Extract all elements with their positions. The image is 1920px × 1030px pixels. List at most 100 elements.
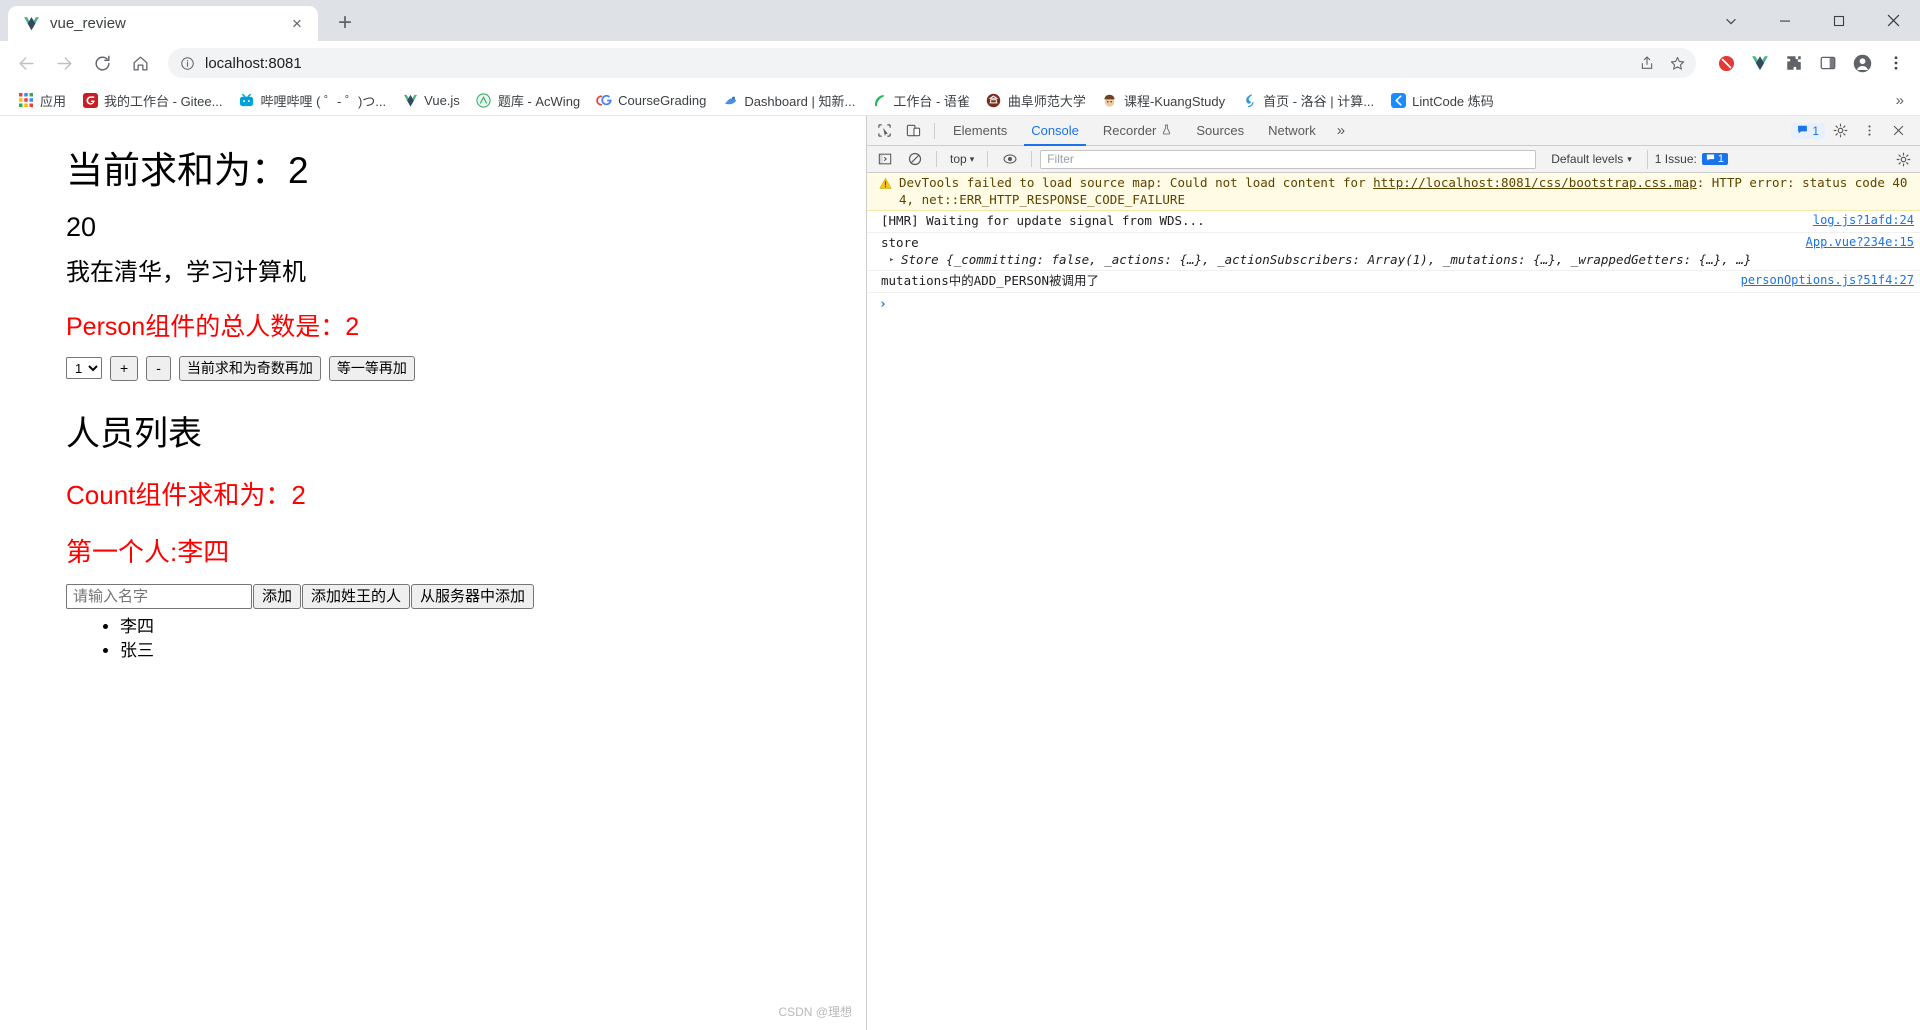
live-expression-icon[interactable] bbox=[996, 146, 1023, 172]
bookmark-vuejs[interactable]: Vue.js bbox=[394, 88, 468, 112]
qfnu-icon bbox=[986, 92, 1002, 108]
bookmarks-overflow-button[interactable]: » bbox=[1890, 90, 1910, 111]
bookmark-luogu[interactable]: 首页 - 洛谷 | 计算... bbox=[1233, 87, 1382, 114]
source-map-link[interactable]: http://localhost:8081/css/bootstrap.css.… bbox=[1373, 175, 1697, 190]
list-item: 张三 bbox=[120, 639, 866, 663]
bookmark-yuque[interactable]: 工作台 - 语雀 bbox=[863, 87, 978, 114]
gear-icon[interactable] bbox=[1890, 146, 1916, 172]
back-button[interactable] bbox=[8, 45, 44, 81]
window-controls bbox=[1704, 0, 1920, 41]
forward-button[interactable] bbox=[46, 45, 82, 81]
add-from-server-button[interactable]: 从服务器中添加 bbox=[411, 584, 535, 609]
close-window-button[interactable] bbox=[1866, 0, 1920, 41]
object-header-row: store App.vue?234e:15 bbox=[881, 235, 1914, 252]
tab-title: vue_review bbox=[50, 15, 126, 32]
add-person-form: 添加 添加姓王的人 从服务器中添加 bbox=[66, 584, 866, 609]
bookmark-apps[interactable]: 应用 bbox=[10, 87, 74, 114]
coursegrading-icon bbox=[596, 92, 612, 108]
apps-grid-icon bbox=[18, 92, 34, 108]
toolbar-divider bbox=[987, 151, 989, 167]
console-object-message: store App.vue?234e:15 ▸ Store {_committi… bbox=[867, 233, 1920, 272]
tab-sources[interactable]: Sources bbox=[1185, 116, 1255, 146]
source-link[interactable]: log.js?1afd:24 bbox=[1813, 213, 1914, 229]
tab-console[interactable]: Console bbox=[1020, 116, 1090, 146]
message-count-badge[interactable]: 1 bbox=[1791, 122, 1825, 139]
kebab-menu-icon[interactable] bbox=[1856, 118, 1883, 144]
clear-console-icon[interactable] bbox=[901, 146, 928, 172]
minimize-button[interactable] bbox=[1758, 0, 1812, 41]
bookmark-coursegrading[interactable]: CourseGrading bbox=[588, 88, 714, 112]
address-bar[interactable]: localhost:8081 bbox=[168, 48, 1696, 78]
navigation-bar: localhost:8081 bbox=[0, 41, 1920, 85]
toolbar-divider bbox=[936, 151, 937, 167]
bookmark-gitee[interactable]: 我的工作台 - Gitee... bbox=[74, 87, 230, 114]
omnibox-actions bbox=[1634, 50, 1690, 76]
object-preview[interactable]: Store {_committing: false, _actions: {…}… bbox=[901, 252, 1914, 269]
gear-icon[interactable] bbox=[1827, 118, 1854, 144]
increment-step-select[interactable]: 1 2 3 bbox=[66, 357, 102, 380]
execution-context-selector[interactable]: top ▾ bbox=[945, 152, 979, 166]
bookmarks-bar: 应用 我的工作台 - Gitee... 哔哩哔哩 ( ゜- ゜)つ... Vue… bbox=[0, 85, 1920, 116]
share-icon[interactable] bbox=[1634, 50, 1660, 76]
sidepanel-icon[interactable] bbox=[1812, 47, 1844, 79]
adblock-icon[interactable] bbox=[1710, 47, 1742, 79]
add-wang-person-button[interactable]: 添加姓王的人 bbox=[302, 584, 411, 609]
sum-heading: 当前求和为：2 bbox=[66, 150, 309, 191]
decrement-button[interactable]: - bbox=[146, 355, 171, 381]
new-tab-button[interactable]: + bbox=[328, 6, 362, 40]
bookmark-kuangstudy[interactable]: 课程-KuangStudy bbox=[1094, 87, 1233, 114]
maximize-button[interactable] bbox=[1812, 0, 1866, 41]
log-text: mutations中的ADD_PERSON被调用了 bbox=[881, 273, 1099, 289]
expand-triangle-icon[interactable]: ▸ bbox=[889, 252, 901, 267]
home-button[interactable] bbox=[122, 45, 158, 81]
prompt-chevron-icon: › bbox=[879, 296, 887, 312]
vue-devtools-icon[interactable] bbox=[1744, 47, 1776, 79]
device-toolbar-icon[interactable] bbox=[900, 118, 927, 144]
more-tabs-button[interactable]: » bbox=[1329, 122, 1353, 139]
issues-button[interactable]: 1 Issue: 1 bbox=[1646, 149, 1735, 169]
acwing-icon bbox=[476, 92, 492, 108]
bookmark-label: 题库 - AcWing bbox=[497, 93, 581, 109]
source-link[interactable]: App.vue?234e:15 bbox=[1806, 235, 1914, 251]
log-level-selector[interactable]: Default levels ▾ bbox=[1545, 152, 1638, 166]
increment-button[interactable]: + bbox=[110, 355, 139, 381]
watermark: CSDN @理想 bbox=[778, 1005, 852, 1019]
list-item: 李四 bbox=[120, 615, 866, 639]
increment-async-button[interactable]: 等一等再加 bbox=[328, 355, 415, 381]
puzzle-extensions-icon[interactable] bbox=[1778, 47, 1810, 79]
browser-tab[interactable]: vue_review × bbox=[8, 6, 318, 41]
tab-elements[interactable]: Elements bbox=[942, 116, 1018, 146]
bookmark-dashboard[interactable]: Dashboard | 知新... bbox=[714, 87, 863, 114]
bookmark-label: 哔哩哔哩 ( ゜- ゜)つ... bbox=[260, 93, 387, 109]
info-circle-icon[interactable] bbox=[180, 56, 195, 71]
bookmark-acwing[interactable]: 题库 - AcWing bbox=[468, 87, 588, 114]
console-filter-input[interactable]: Filter bbox=[1040, 149, 1537, 169]
increment-if-odd-button[interactable]: 当前求和为奇数再加 bbox=[178, 355, 321, 381]
add-person-button[interactable]: 添加 bbox=[253, 584, 302, 609]
tab-network[interactable]: Network bbox=[1257, 116, 1327, 146]
bookmark-qfnu[interactable]: 曲阜师范大学 bbox=[978, 87, 1094, 114]
reload-button[interactable] bbox=[84, 45, 120, 81]
close-icon[interactable] bbox=[1885, 118, 1912, 144]
bookmark-lintcode[interactable]: LintCode 炼码 bbox=[1382, 87, 1502, 114]
devtools-tab-bar: Elements Console Recorder Sources Networ… bbox=[867, 116, 1920, 146]
chrome-menu-icon[interactable] bbox=[1880, 47, 1912, 79]
object-preview-text: {_committing: false, _actions: {…}, _act… bbox=[946, 251, 1752, 267]
source-link[interactable]: personOptions.js?51f4:27 bbox=[1741, 273, 1914, 289]
log-level-label: Default levels bbox=[1551, 152, 1624, 166]
bookmark-bilibili[interactable]: 哔哩哔哩 ( ゜- ゜)つ... bbox=[230, 87, 394, 114]
count-sum-text: Count组件求和为：2 bbox=[66, 479, 306, 510]
console-messages: DevTools failed to load source map: Coul… bbox=[867, 173, 1920, 1030]
tab-strip: vue_review × + bbox=[0, 0, 1920, 41]
console-sidebar-icon[interactable] bbox=[871, 146, 898, 172]
star-icon[interactable] bbox=[1664, 50, 1690, 76]
bookmark-label: CourseGrading bbox=[618, 92, 707, 108]
tab-close-icon[interactable]: × bbox=[286, 13, 308, 35]
chrome-menu-chevron-icon[interactable] bbox=[1704, 0, 1758, 41]
luogu-icon bbox=[1241, 92, 1257, 108]
person-name-input[interactable] bbox=[66, 584, 252, 609]
inspect-element-icon[interactable] bbox=[871, 118, 898, 144]
console-prompt[interactable]: › bbox=[867, 293, 1920, 316]
profile-avatar-icon[interactable] bbox=[1846, 47, 1878, 79]
tab-recorder[interactable]: Recorder bbox=[1092, 116, 1183, 146]
